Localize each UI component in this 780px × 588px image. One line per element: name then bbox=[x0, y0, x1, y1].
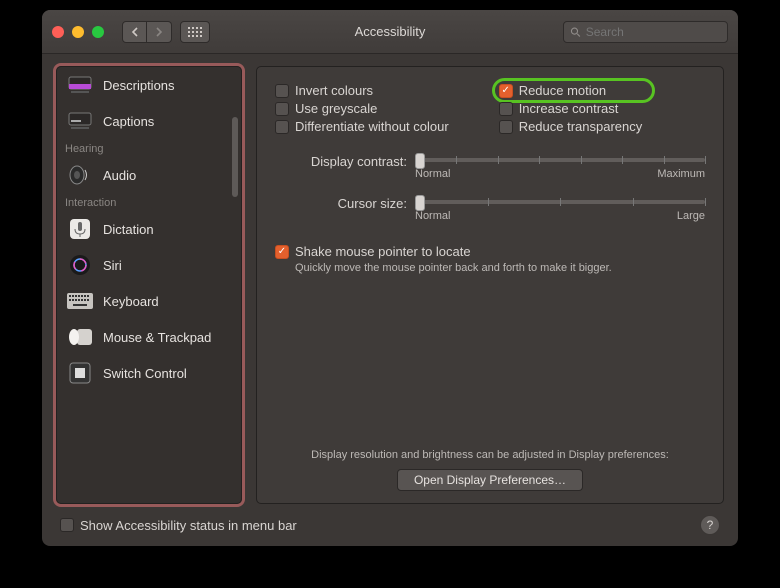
sidebar-section-interaction: Interaction bbox=[57, 193, 241, 211]
cursor-size-slider[interactable] bbox=[415, 200, 705, 204]
sidebar-item-mouse-trackpad[interactable]: Mouse & Trackpad bbox=[57, 319, 241, 355]
sidebar-item-audio[interactable]: Audio bbox=[57, 157, 241, 193]
slider-min-label: Normal bbox=[415, 210, 450, 222]
sidebar-item-siri[interactable]: Siri bbox=[57, 247, 241, 283]
slider-thumb[interactable] bbox=[415, 195, 425, 211]
checkbox-label: Show Accessibility status in menu bar bbox=[80, 518, 297, 533]
window-title: Accessibility bbox=[355, 24, 426, 39]
reduce-motion-highlight: ✓Reduce motion bbox=[492, 78, 656, 103]
shake-pointer-checkbox[interactable]: ✓Shake mouse pointer to locate bbox=[275, 244, 705, 259]
sidebar-item-label: Captions bbox=[103, 114, 154, 129]
search-icon bbox=[570, 26, 581, 38]
sidebar-item-captions[interactable]: Captions bbox=[57, 103, 241, 139]
show-all-button[interactable] bbox=[180, 21, 210, 43]
cursor-size-label: Cursor size: bbox=[275, 194, 415, 211]
sidebar-item-label: Switch Control bbox=[103, 366, 187, 381]
checkbox-label: Shake mouse pointer to locate bbox=[295, 244, 471, 259]
keyboard-icon bbox=[67, 290, 93, 312]
display-note: Display resolution and brightness can be… bbox=[275, 449, 705, 461]
display-contrast-slider[interactable] bbox=[415, 158, 705, 162]
sidebar-item-dictation[interactable]: Dictation bbox=[57, 211, 241, 247]
minimize-window-button[interactable] bbox=[72, 26, 84, 38]
category-sidebar: Descriptions Captions Hearing Audio Inte… bbox=[56, 66, 242, 504]
close-window-button[interactable] bbox=[52, 26, 64, 38]
checkbox-label: Invert colours bbox=[295, 83, 373, 98]
help-button[interactable]: ? bbox=[700, 515, 720, 535]
traffic-lights bbox=[52, 26, 104, 38]
sidebar-item-label: Descriptions bbox=[103, 78, 175, 93]
sidebar-item-descriptions[interactable]: Descriptions bbox=[57, 67, 241, 103]
scrollbar-thumb[interactable] bbox=[232, 117, 238, 197]
bottom-bar: Show Accessibility status in menu bar ? bbox=[42, 504, 738, 546]
invert-colours-checkbox[interactable]: Invert colours bbox=[275, 83, 449, 98]
checkbox-label: Increase contrast bbox=[519, 101, 619, 116]
sidebar-item-label: Mouse & Trackpad bbox=[103, 330, 211, 345]
differentiate-colour-checkbox[interactable]: Differentiate without colour bbox=[275, 119, 449, 134]
reduce-motion-checkbox[interactable]: ✓Reduce motion bbox=[499, 83, 643, 98]
checkbox-label: Reduce motion bbox=[519, 83, 606, 98]
checkbox-label: Reduce transparency bbox=[519, 119, 643, 134]
sidebar-container: Descriptions Captions Hearing Audio Inte… bbox=[56, 66, 242, 504]
shake-pointer-description: Quickly move the mouse pointer back and … bbox=[275, 262, 705, 274]
sidebar-item-switch-control[interactable]: Switch Control bbox=[57, 355, 241, 391]
slider-max-label: Maximum bbox=[657, 168, 705, 180]
use-greyscale-checkbox[interactable]: Use greyscale bbox=[275, 101, 449, 116]
sidebar-scrollbar[interactable] bbox=[232, 77, 238, 355]
checkbox-label: Use greyscale bbox=[295, 101, 377, 116]
nav-buttons bbox=[122, 21, 172, 43]
main-panel: Invert colours Use greyscale Differentia… bbox=[256, 66, 724, 504]
sidebar-section-hearing: Hearing bbox=[57, 139, 241, 157]
search-input[interactable] bbox=[586, 25, 721, 39]
titlebar: Accessibility bbox=[42, 10, 738, 54]
checkbox-label: Differentiate without colour bbox=[295, 119, 449, 134]
search-field[interactable] bbox=[563, 21, 728, 43]
switch-control-icon bbox=[67, 362, 93, 384]
sidebar-item-label: Audio bbox=[103, 168, 136, 183]
forward-button[interactable] bbox=[147, 21, 172, 43]
descriptions-icon bbox=[67, 74, 93, 96]
display-contrast-label: Display contrast: bbox=[275, 152, 415, 169]
back-button[interactable] bbox=[122, 21, 147, 43]
slider-min-label: Normal bbox=[415, 168, 450, 180]
sidebar-item-label: Dictation bbox=[103, 222, 154, 237]
increase-contrast-checkbox[interactable]: Increase contrast bbox=[499, 101, 643, 116]
sidebar-item-keyboard[interactable]: Keyboard bbox=[57, 283, 241, 319]
audio-icon bbox=[67, 164, 93, 186]
slider-thumb[interactable] bbox=[415, 153, 425, 169]
mouse-trackpad-icon bbox=[67, 326, 93, 348]
show-status-menubar-checkbox[interactable]: Show Accessibility status in menu bar bbox=[60, 518, 297, 533]
grid-icon bbox=[188, 27, 202, 37]
slider-max-label: Large bbox=[677, 210, 705, 222]
preferences-window: Accessibility Descriptions Captions H bbox=[42, 10, 738, 546]
dictation-icon bbox=[67, 218, 93, 240]
captions-icon bbox=[67, 110, 93, 132]
sidebar-item-label: Siri bbox=[103, 258, 122, 273]
siri-icon bbox=[67, 254, 93, 276]
sidebar-item-label: Keyboard bbox=[103, 294, 159, 309]
fullscreen-window-button[interactable] bbox=[92, 26, 104, 38]
open-display-preferences-button[interactable]: Open Display Preferences… bbox=[397, 469, 583, 491]
reduce-transparency-checkbox[interactable]: Reduce transparency bbox=[499, 119, 643, 134]
